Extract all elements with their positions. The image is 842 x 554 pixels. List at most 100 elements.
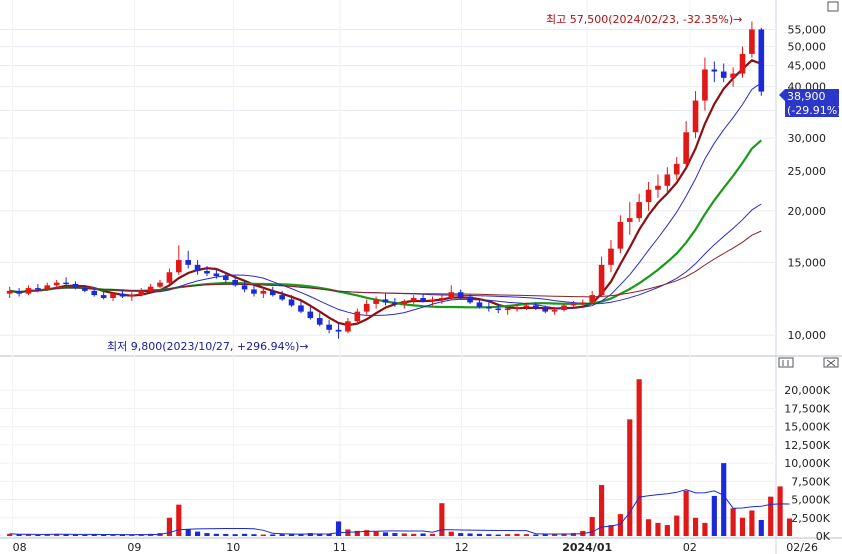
candle-body — [476, 302, 483, 307]
volume-bar — [213, 533, 219, 536]
volume-bar — [721, 463, 727, 536]
candle-body — [749, 29, 755, 54]
volume-bar — [35, 534, 41, 536]
candle-body — [382, 299, 389, 303]
volume-bar — [232, 534, 238, 536]
candle-body — [25, 288, 32, 294]
stock-chart-window: 55,00050,00045,00040,00035,00030,00025,0… — [0, 0, 842, 554]
candle-body — [392, 302, 398, 304]
candle-body — [523, 305, 530, 307]
current-price-tag: 38,900 (-29.91%) — [779, 89, 842, 117]
candle-body — [486, 306, 492, 309]
current-price-change: (-29.91%) — [787, 104, 842, 117]
volume-bar — [16, 534, 22, 536]
volume-bar — [270, 534, 276, 536]
candle-body — [495, 308, 502, 311]
x-tick-label: 08 — [13, 541, 27, 554]
volume-bar — [636, 379, 642, 536]
volume-bar — [495, 534, 501, 536]
volume-tick-label: 17,500K — [784, 402, 830, 415]
volume-bar — [655, 522, 661, 536]
candle-body — [44, 285, 51, 290]
candle-body — [251, 289, 257, 294]
candle-body — [692, 100, 699, 133]
volume-bar — [683, 490, 689, 536]
volume-tick-label: 5,000K — [791, 494, 830, 507]
volume-bar — [176, 504, 182, 536]
volume-bar — [533, 534, 539, 536]
candle-body — [626, 218, 633, 222]
volume-bar — [467, 533, 473, 536]
candle-body — [561, 305, 567, 311]
candle-body — [129, 295, 135, 297]
volume-axis-labels: 20,000K 17,500K 15,000K 12,500K 10,000K 7,500… — [784, 384, 830, 543]
candle-body — [514, 306, 520, 309]
chart-canvas: 55,00050,00045,00040,00035,00030,00025,0… — [0, 0, 842, 554]
volume-tick-label: 2,500K — [791, 512, 830, 525]
candle-body — [448, 292, 455, 298]
volume-bar — [411, 533, 417, 536]
volume-bar — [617, 514, 623, 536]
candle-body — [739, 53, 746, 74]
volume-bar — [711, 495, 717, 536]
candle-body — [467, 296, 473, 303]
candle-body — [119, 293, 126, 297]
candle-body — [373, 299, 379, 304]
x-tick-label: 02 — [683, 541, 697, 554]
candle-body — [504, 308, 511, 311]
candle-body — [673, 163, 680, 175]
volume-bar — [392, 533, 398, 536]
candle-body — [533, 305, 539, 309]
candle-body — [702, 69, 708, 101]
volume-tick-label: 20,000K — [784, 384, 830, 397]
candle-body — [166, 272, 173, 283]
candle-body — [655, 185, 661, 190]
price-tick-label: 30,000 — [788, 132, 827, 145]
volume-bar — [373, 531, 379, 536]
volume-bar — [429, 533, 436, 536]
candle-body — [241, 285, 248, 290]
volume-bar — [514, 533, 520, 536]
volume-bar — [627, 419, 633, 536]
volume-bar — [758, 519, 764, 536]
volume-bar — [702, 522, 708, 536]
volume-bar — [382, 532, 389, 536]
candle-body — [157, 282, 163, 287]
candle-body — [279, 295, 285, 300]
candle-body — [260, 290, 267, 294]
volume-bar — [458, 533, 464, 536]
volume-bar — [768, 496, 774, 536]
candle-body — [213, 273, 220, 277]
x-tick-label: 12 — [455, 541, 469, 554]
candle-body — [579, 302, 586, 304]
volume-bar — [448, 531, 454, 536]
candle-body — [645, 189, 652, 203]
candle-body — [316, 318, 323, 325]
price-tick-label: 55,000 — [788, 23, 827, 36]
candle-body — [410, 297, 417, 301]
volume-bar — [645, 519, 652, 536]
candle-body — [175, 260, 182, 273]
candle-body — [636, 202, 642, 219]
volume-bar — [260, 534, 266, 536]
candle-body — [288, 299, 295, 306]
candle-body — [298, 305, 304, 312]
volume-tick-label: 10,000K — [784, 457, 830, 470]
volume-bar — [401, 533, 407, 536]
candle-body — [429, 299, 436, 301]
candle-body — [72, 283, 79, 289]
volume-tick-label: 7,500K — [791, 475, 830, 488]
candle-body — [335, 329, 342, 332]
volume-bar — [692, 517, 699, 536]
price-tick-label: 45,000 — [788, 59, 827, 72]
volume-bar — [523, 534, 530, 536]
volume-bar — [420, 533, 426, 536]
volume-bar — [486, 534, 492, 536]
volume-bar — [335, 521, 342, 536]
candle — [758, 27, 765, 96]
volume-tick-label: 15,000K — [784, 421, 830, 434]
candle-body — [570, 303, 577, 306]
price-tick-label: 50,000 — [788, 41, 827, 54]
current-price-value: 38,900 — [787, 90, 826, 103]
candle-body — [401, 300, 408, 304]
